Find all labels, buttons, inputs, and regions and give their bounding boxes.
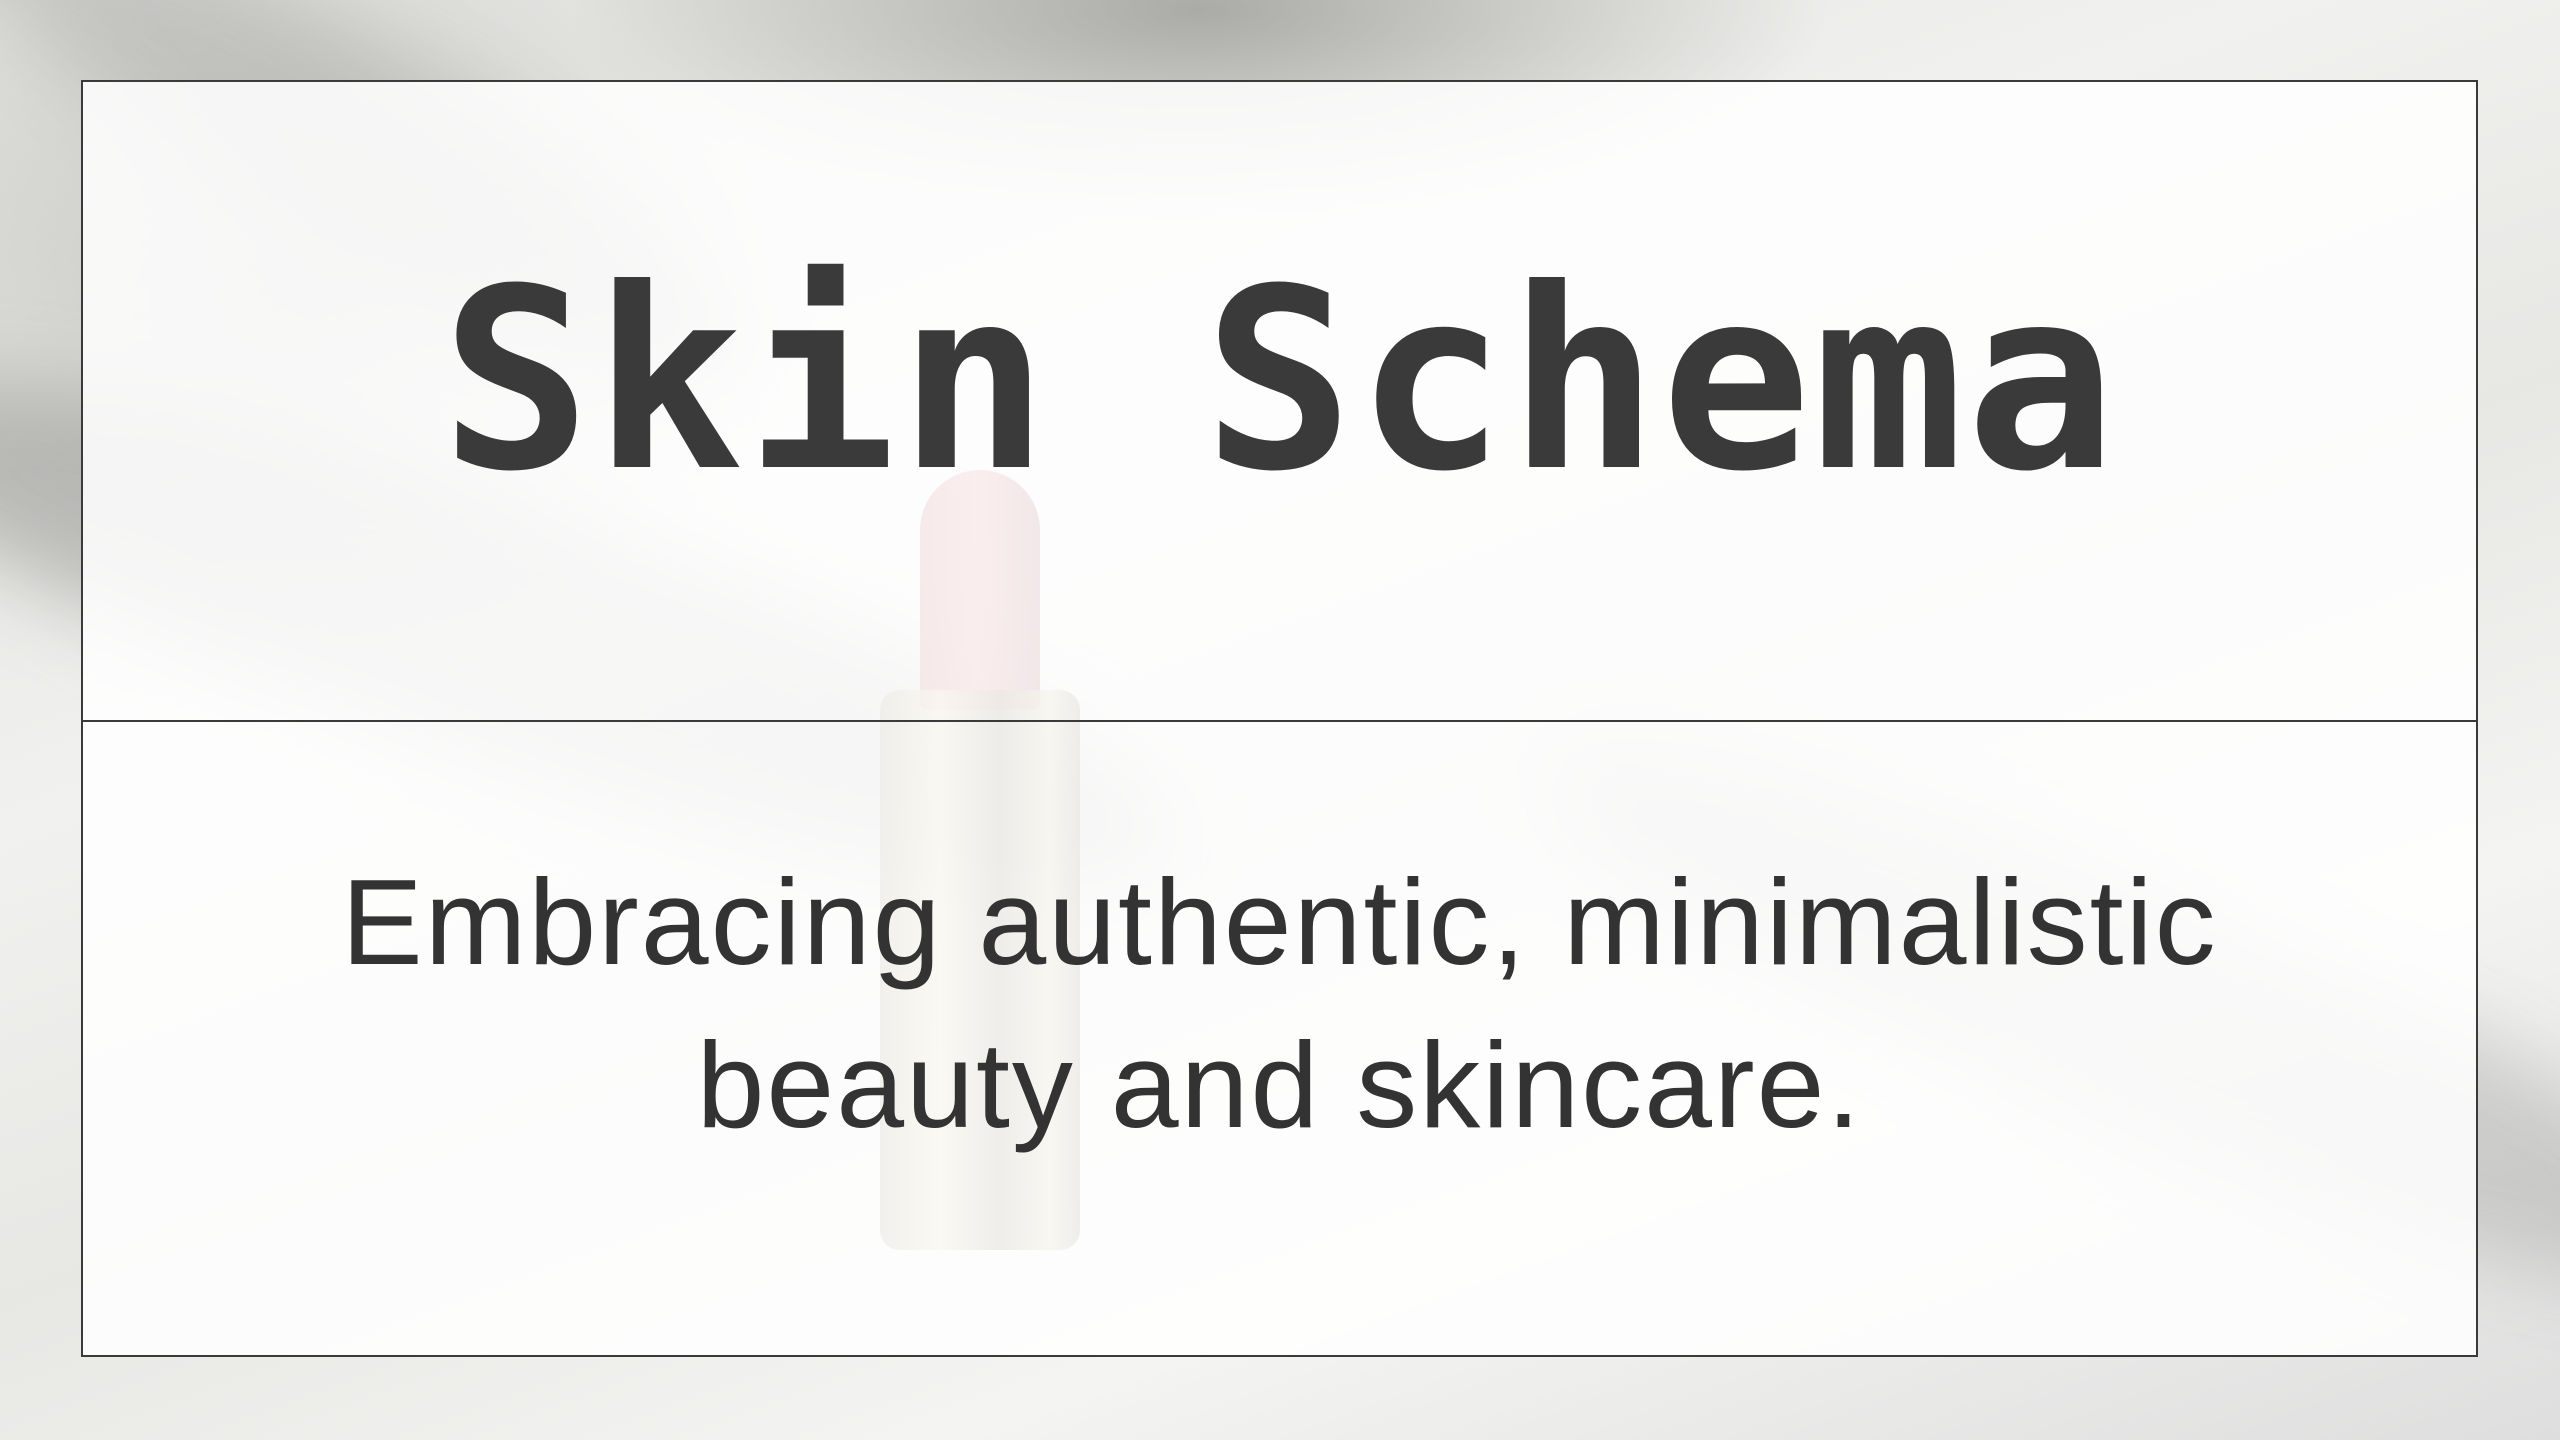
title-section: Skin Schema (83, 82, 2476, 722)
title-card: Skin Schema Embracing authentic, minimal… (81, 80, 2478, 1357)
tagline-text: Embracing authentic, minimalistic beauty… (341, 854, 2218, 1153)
brand-title: Skin Schema (440, 235, 2119, 526)
tagline-section: Embracing authentic, minimalistic beauty… (83, 722, 2476, 1355)
